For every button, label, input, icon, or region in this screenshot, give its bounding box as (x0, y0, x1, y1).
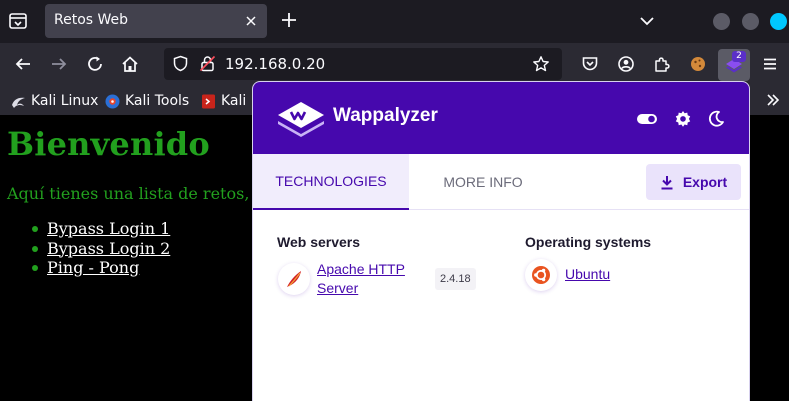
tab-label: MORE INFO (443, 173, 523, 190)
toggle-switch-icon[interactable] (636, 109, 658, 129)
tab-more-info[interactable]: MORE INFO (409, 154, 557, 209)
tab-label: TECHNOLOGIES (275, 173, 387, 189)
account-icon[interactable] (617, 55, 635, 73)
challenge-link-ping-pong[interactable]: Ping - Pong (47, 258, 139, 277)
settings-gear-icon[interactable] (673, 109, 693, 129)
exploit-db-icon (202, 94, 215, 108)
maximize-button[interactable] (742, 13, 759, 30)
extensions-icon[interactable] (653, 55, 671, 73)
pocket-icon[interactable] (581, 55, 599, 73)
chevron-down-icon[interactable] (639, 13, 655, 29)
bullet (32, 226, 38, 232)
kali-tools-icon (105, 94, 120, 108)
navigation-toolbar: 192.168.0.20 2 (0, 43, 789, 86)
tab-technologies[interactable]: TECHNOLOGIES (253, 154, 409, 210)
tab-bar: Retos Web (0, 0, 789, 43)
challenge-link-bypass-login-2[interactable]: Bypass Login 2 (47, 239, 170, 258)
close-window-button[interactable] (770, 13, 787, 30)
tech-version-badge: 2.4.18 (435, 268, 476, 290)
back-icon[interactable] (14, 55, 32, 73)
minimize-button[interactable] (713, 13, 730, 30)
tech-name-line: Apache HTTP (317, 261, 405, 277)
extension-badge: 2 (732, 51, 746, 62)
tab-title: Retos Web (54, 12, 129, 28)
bookmark-star-icon[interactable] (532, 55, 550, 73)
insecure-lock-icon[interactable] (199, 55, 216, 72)
category-operating-systems: Operating systems (525, 234, 652, 250)
list-item: Bypass Login 1 (30, 219, 170, 239)
download-icon (661, 175, 673, 189)
wappalyzer-tabs: TECHNOLOGIES MORE INFO Export (253, 154, 749, 210)
export-label: Export (682, 174, 728, 190)
cookie-extension-icon[interactable] (689, 55, 707, 73)
dark-mode-moon-icon[interactable] (706, 109, 726, 129)
bookmark-kali-tools[interactable]: Kali Tools (104, 91, 189, 111)
tech-link-apache-http-server[interactable]: Apache HTTP Server (317, 260, 405, 298)
bookmark-label: Kali Linux (31, 93, 99, 109)
bullet (32, 265, 38, 271)
page-heading: Bienvenido (7, 125, 210, 163)
bookmark-label: Kali Tools (125, 93, 190, 109)
list-item: Ping - Pong (30, 258, 170, 278)
bookmarks-overflow-icon[interactable] (765, 92, 781, 108)
tab-manager-icon[interactable] (8, 11, 28, 31)
wappalyzer-popup: Wappalyzer TECHNOLOGIES MORE INFO Export (252, 81, 750, 401)
reload-icon[interactable] (86, 55, 104, 73)
close-tab-icon[interactable] (244, 14, 258, 28)
address-bar[interactable]: 192.168.0.20 (164, 48, 562, 80)
ubuntu-icon (525, 259, 557, 291)
challenge-list: Bypass Login 1 Bypass Login 2 Ping - Pon… (30, 219, 170, 278)
tech-link-ubuntu[interactable]: Ubuntu (565, 265, 610, 284)
hamburger-menu-icon[interactable] (761, 55, 779, 73)
wappalyzer-header: Wappalyzer (253, 82, 749, 154)
shield-icon[interactable] (172, 55, 189, 72)
wappalyzer-logo-icon (278, 102, 324, 137)
category-web-servers: Web servers (277, 234, 361, 250)
url-text: 192.168.0.20 (225, 55, 326, 73)
browser-tab[interactable]: Retos Web (45, 4, 267, 38)
challenge-link-bypass-login-1[interactable]: Bypass Login 1 (47, 219, 170, 238)
apache-feather-icon (278, 263, 310, 295)
forward-icon[interactable] (50, 55, 68, 73)
wappalyzer-extension-button[interactable]: 2 (718, 49, 750, 81)
wappalyzer-title: Wappalyzer (333, 105, 438, 126)
kali-dragon-icon (12, 97, 25, 108)
list-item: Bypass Login 2 (30, 239, 170, 259)
new-tab-icon[interactable] (280, 11, 298, 29)
home-icon[interactable] (121, 55, 139, 73)
bookmark-kali-linux[interactable]: Kali Linux (10, 91, 98, 111)
page-intro-text: Aquí tienes una lista de retos, (7, 184, 250, 203)
bullet (32, 245, 38, 252)
tech-name-line: Server (317, 280, 359, 296)
export-button[interactable]: Export (646, 164, 741, 200)
